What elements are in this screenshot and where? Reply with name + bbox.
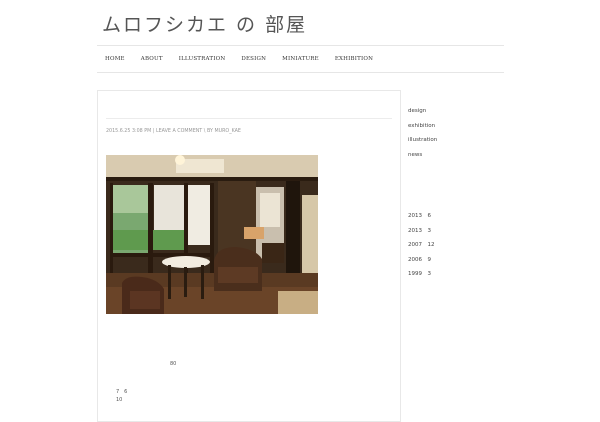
sidebar-categories: design exhibition illustration news	[408, 104, 437, 162]
author-link[interactable]: MURO_KAE	[214, 129, 241, 134]
interior-photo-image	[106, 155, 318, 314]
by-label: BY	[206, 129, 213, 134]
category-link-illustration[interactable]: illustration	[408, 133, 437, 148]
post-date: 2015.6.25 3:08 PM	[106, 129, 152, 134]
main-navigation: HOME ABOUT ILLUSTRATION DESIGN MINIATURE…	[97, 46, 504, 72]
post-photo-interior-room[interactable]	[106, 155, 318, 314]
archive-link[interactable]: 2013 3	[408, 224, 435, 239]
post-title-divider	[106, 118, 392, 119]
category-link-design[interactable]: design	[408, 104, 437, 119]
archive-link[interactable]: 2007 12	[408, 238, 435, 253]
post-text-line-1: 80	[170, 361, 177, 367]
post-text-line-2: 7 6	[116, 389, 128, 395]
sidebar-archives: 2013 6 2013 3 2007 12 2006 9 1999 3	[408, 209, 435, 282]
category-link-news[interactable]: news	[408, 148, 437, 163]
site-title[interactable]: ムロフシカエ の 部屋	[102, 10, 307, 36]
post-text-line-3: 10	[116, 397, 123, 403]
category-link-exhibition[interactable]: exhibition	[408, 119, 437, 134]
nav-item-illustration[interactable]: ILLUSTRATION	[179, 56, 226, 62]
nav-item-about[interactable]: ABOUT	[141, 56, 163, 62]
archive-link[interactable]: 2013 6	[408, 209, 435, 224]
leave-comment-link[interactable]: LEAVE A COMMENT	[156, 129, 202, 134]
nav-item-design[interactable]: DESIGN	[241, 56, 266, 62]
header-bottom-divider	[97, 72, 504, 73]
nav-item-home[interactable]: HOME	[105, 56, 125, 62]
archive-link[interactable]: 1999 3	[408, 267, 435, 282]
post-content-area: 2015.6.25 3:08 PM | LEAVE A COMMENT \ BY…	[97, 90, 401, 422]
archive-link[interactable]: 2006 9	[408, 253, 435, 268]
post-meta: 2015.6.25 3:08 PM | LEAVE A COMMENT \ BY…	[106, 129, 241, 134]
nav-item-miniature[interactable]: MINIATURE	[282, 56, 319, 62]
nav-item-exhibition[interactable]: EXHIBITION	[335, 56, 373, 62]
